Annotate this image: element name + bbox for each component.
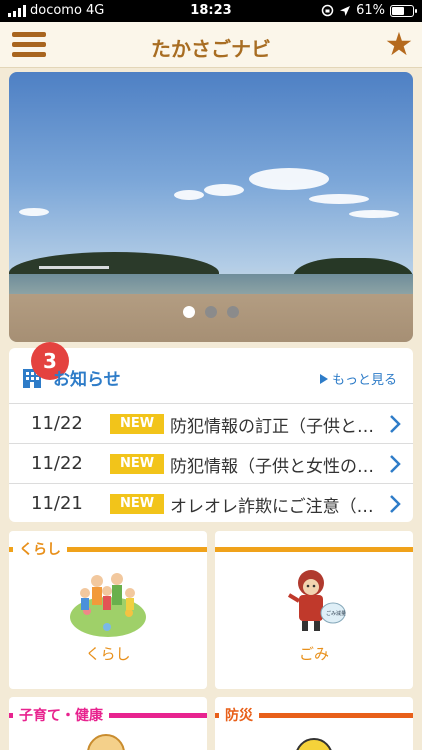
- news-date: 11/22: [31, 453, 83, 474]
- location-icon: [340, 5, 351, 16]
- category-caption: ごみ: [298, 645, 329, 663]
- garbage-mascot-illustration: ごみ減量: [287, 570, 346, 631]
- child-illustration: [87, 734, 125, 750]
- news-date: 11/21: [31, 493, 83, 514]
- chevron-right-icon: [390, 415, 401, 433]
- status-bar: docomo 4G 18:23 61%: [0, 0, 422, 22]
- battery-icon: [390, 4, 417, 17]
- news-card: 3 お知らせ もっと見る 11/22 NEW 防犯情報の訂正（子供と女性の安全）…: [9, 342, 413, 523]
- news-item[interactable]: 11/22 NEW 防犯情報の訂正（子供と女性の安全）: [9, 403, 413, 443]
- carousel-dot[interactable]: [227, 306, 239, 318]
- category-tile-kurashi[interactable]: くらし くらし: [9, 531, 207, 689]
- category-tile-gomi[interactable]: ごみ減量 ごみ: [215, 531, 413, 689]
- category-tile-kosodate[interactable]: 子育て・健康: [9, 697, 207, 750]
- battery-percent: 61%: [356, 3, 385, 18]
- chevron-right-icon: [390, 455, 401, 473]
- rotation-lock-icon: [321, 4, 334, 17]
- play-icon: [319, 374, 328, 384]
- new-badge: NEW: [110, 454, 164, 474]
- more-link[interactable]: もっと見る: [319, 369, 397, 388]
- app-title: たかさごナビ: [151, 37, 271, 61]
- hero-banner[interactable]: [9, 72, 413, 342]
- disaster-illustration: [296, 738, 332, 750]
- app-header: たかさごナビ ★: [0, 22, 422, 68]
- category-tile-bousai[interactable]: 防災: [215, 697, 413, 750]
- more-link-label: もっと見る: [331, 373, 397, 388]
- carousel-dot[interactable]: [205, 306, 217, 318]
- family-illustration: [70, 573, 146, 637]
- chevron-right-icon: [390, 495, 401, 513]
- news-item[interactable]: 11/21 NEW オレオレ詐欺にご注意（高砂署）: [9, 483, 413, 523]
- category-tag: くらし: [13, 539, 67, 559]
- star-icon[interactable]: ★: [384, 26, 414, 62]
- svg-text:ごみ減量: ごみ減量: [326, 610, 346, 617]
- news-text: 防犯情報の訂正（子供と女性の安全）: [170, 417, 378, 437]
- category-tag: 子育て・健康: [13, 705, 109, 725]
- news-item[interactable]: 11/22 NEW 防犯情報（子供と女性の安全）: [9, 443, 413, 483]
- news-text: 防犯情報（子供と女性の安全）: [170, 457, 378, 477]
- new-badge: NEW: [110, 494, 164, 514]
- news-heading: お知らせ: [53, 370, 121, 390]
- category-caption: くらし: [85, 645, 131, 663]
- carousel-dots[interactable]: [9, 306, 413, 318]
- category-tag: 防災: [219, 705, 259, 725]
- news-date: 11/22: [31, 413, 83, 434]
- news-text: オレオレ詐欺にご注意（高砂署）: [170, 497, 378, 517]
- new-badge: NEW: [110, 414, 164, 434]
- carousel-dot[interactable]: [183, 306, 195, 318]
